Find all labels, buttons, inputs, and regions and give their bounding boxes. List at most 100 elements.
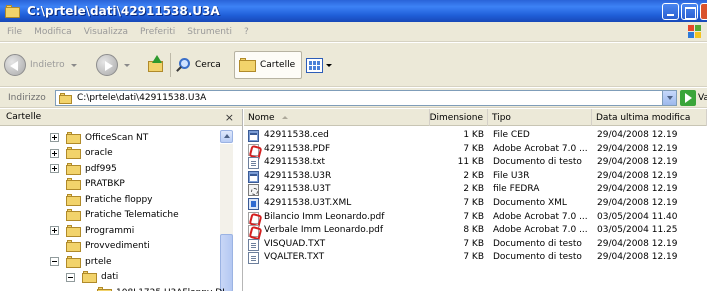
folder-icon xyxy=(5,4,21,18)
tree-item[interactable]: prtele xyxy=(50,254,112,269)
views-button[interactable] xyxy=(306,55,332,75)
go-arrow-icon[interactable] xyxy=(680,90,696,106)
column-header-type[interactable]: Tipo xyxy=(488,109,592,126)
folder-icon xyxy=(66,147,82,159)
tree-item[interactable]: dati xyxy=(66,270,119,285)
back-button[interactable]: Indietro xyxy=(4,51,77,79)
menu-visualizza[interactable]: Visualizza xyxy=(78,27,134,37)
tree-item[interactable]: 108L1725.U3AFloppy DI xyxy=(97,285,225,291)
minimize-button[interactable] xyxy=(662,3,679,20)
address-input[interactable]: C:\prtele\dati\42911538.U3A xyxy=(55,90,677,106)
folder-icon xyxy=(66,162,82,175)
file-type: file FEDRA xyxy=(493,184,540,195)
folders-icon xyxy=(239,58,257,72)
file-name: 42911538.U3T xyxy=(264,184,331,195)
close-icon[interactable]: × xyxy=(225,111,234,124)
column-header-bar: Nome Dimensione Tipo Data ultima modific… xyxy=(244,109,707,126)
tree-item-label: OfficeScan NT xyxy=(85,132,149,143)
sort-ascending-icon xyxy=(281,116,288,119)
gear-file-icon xyxy=(248,184,259,197)
maximize-button[interactable] xyxy=(681,3,698,20)
folder-icon xyxy=(59,92,73,104)
expand-icon[interactable] xyxy=(50,148,59,158)
tree-item[interactable]: Provvedimenti xyxy=(66,239,150,254)
menu-preferiti[interactable]: Preferiti xyxy=(134,27,181,37)
menu-file[interactable]: File xyxy=(0,27,28,37)
file-row[interactable]: VISQUAD.TXT 7 KB Documento di testo 29/04/2… xyxy=(244,238,707,251)
column-header-name[interactable]: Nome xyxy=(244,109,430,126)
column-size-label: Dimensione xyxy=(429,112,483,123)
address-value: C:\prtele\dati\42911538.U3A xyxy=(77,93,207,103)
xml-icon xyxy=(248,198,259,210)
file-list: Nome Dimensione Tipo Data ultima modific… xyxy=(244,109,707,291)
file-size: 2 KB xyxy=(463,184,484,195)
collapse-icon[interactable] xyxy=(50,257,59,266)
tree-item[interactable]: Pratiche Telematiche xyxy=(66,208,179,223)
expand-icon[interactable] xyxy=(50,226,59,235)
toolbar: Indietro Cerca Cartelle xyxy=(0,43,707,87)
tree-item[interactable]: PRATBKP xyxy=(66,177,125,192)
tree-item-label: dati xyxy=(101,272,119,282)
file-size: 7 KB xyxy=(463,238,484,249)
pdf-icon xyxy=(248,211,259,224)
tree-item[interactable]: oracle xyxy=(50,146,113,161)
back-arrow-icon xyxy=(4,54,26,76)
menu-strumenti[interactable]: Strumenti xyxy=(181,27,238,37)
file-row[interactable]: VQALTER.TXT 7 KB Documento di testo 29/04/2… xyxy=(244,251,707,265)
file-name: VISQUAD.TXT xyxy=(264,238,326,249)
tree-item[interactable]: Pratiche floppy xyxy=(66,192,153,207)
folders-pane: Cartelle × OfficeScan NT oracle pdf995 PRAT… xyxy=(0,109,243,291)
forward-button[interactable] xyxy=(96,51,130,79)
file-size: 7 KB xyxy=(463,211,484,222)
back-dropdown-icon[interactable] xyxy=(70,63,77,67)
column-type-label: Tipo xyxy=(492,112,511,123)
file-row[interactable]: 42911538.PDF 7 KB Adobe Acrobat 7.0 ... 29/… xyxy=(244,143,707,156)
file-type: Documento di testo xyxy=(493,252,582,263)
file-row[interactable]: 42911538.U3T 2 KB file FEDRA 29/04/2008 12.… xyxy=(244,183,707,197)
file-type: Adobe Acrobat 7.0 ... xyxy=(493,225,588,236)
expand-icon[interactable] xyxy=(50,164,59,173)
file-date: 29/04/2008 12.19 xyxy=(597,143,678,154)
forward-arrow-icon xyxy=(96,54,118,76)
file-row[interactable]: Verbale Imm Leonardo.pdf 8 KB Adobe Acroba… xyxy=(244,224,707,238)
file-date: 29/04/2008 12.19 xyxy=(597,157,678,168)
column-header-size[interactable]: Dimensione xyxy=(430,109,488,126)
tree-item[interactable]: Programmi xyxy=(50,223,134,238)
collapse-icon[interactable] xyxy=(66,272,75,282)
file-size: 1 KB xyxy=(463,130,484,140)
up-arrow-icon xyxy=(152,55,162,63)
file-row[interactable]: 42911538.U3R 2 KB File U3R 29/04/2008 12.19 xyxy=(244,170,707,183)
folder-icon xyxy=(66,178,82,190)
scroll-up-button[interactable] xyxy=(220,130,233,143)
go-button[interactable]: Vai xyxy=(698,93,707,103)
scrollbar-thumb[interactable] xyxy=(220,234,233,291)
folders-button[interactable]: Cartelle xyxy=(234,51,302,79)
file-row[interactable]: Bilancio Imm Leonardo.pdf 7 KB Adobe Acrob… xyxy=(244,211,707,224)
file-name: VQALTER.TXT xyxy=(264,252,325,263)
file-row[interactable]: 42911538.txt 11 KB Documento di testo 29/04… xyxy=(244,156,707,170)
menu-bar: File Modifica Visualizza Preferiti Strum… xyxy=(0,22,707,42)
address-dropdown-icon[interactable] xyxy=(662,91,676,105)
folders-pane-title: Cartelle xyxy=(6,112,42,122)
menu-modifica[interactable]: Modifica xyxy=(28,27,78,37)
pdf-icon xyxy=(248,225,259,238)
menu-help[interactable]: ? xyxy=(238,27,255,37)
expand-icon[interactable] xyxy=(50,133,59,142)
folder-icon xyxy=(66,209,82,221)
tree-item[interactable]: OfficeScan NT xyxy=(50,130,149,145)
file-row[interactable]: 42911538.ced 1 KB File CED 29/04/2008 12.19 xyxy=(244,129,707,142)
up-folder-button[interactable] xyxy=(146,55,166,75)
file-size: 8 KB xyxy=(463,225,484,236)
views-grid-icon xyxy=(306,57,323,73)
folder-icon xyxy=(66,240,82,252)
close-button[interactable] xyxy=(700,3,707,20)
file-type: Documento XML xyxy=(493,198,567,208)
file-row[interactable]: 42911538.U3T.XML 7 KB Documento XML 29/04/2… xyxy=(244,197,707,210)
column-header-date[interactable]: Data ultima modifica xyxy=(592,109,707,126)
file-name: 42911538.U3T.XML xyxy=(264,198,352,208)
file-name: Verbale Imm Leonardo.pdf xyxy=(264,225,384,236)
forward-dropdown-icon[interactable] xyxy=(124,63,130,67)
tree-item[interactable]: pdf995 xyxy=(50,161,117,176)
search-button[interactable]: Cerca xyxy=(175,53,221,77)
folder-icon xyxy=(66,193,82,206)
